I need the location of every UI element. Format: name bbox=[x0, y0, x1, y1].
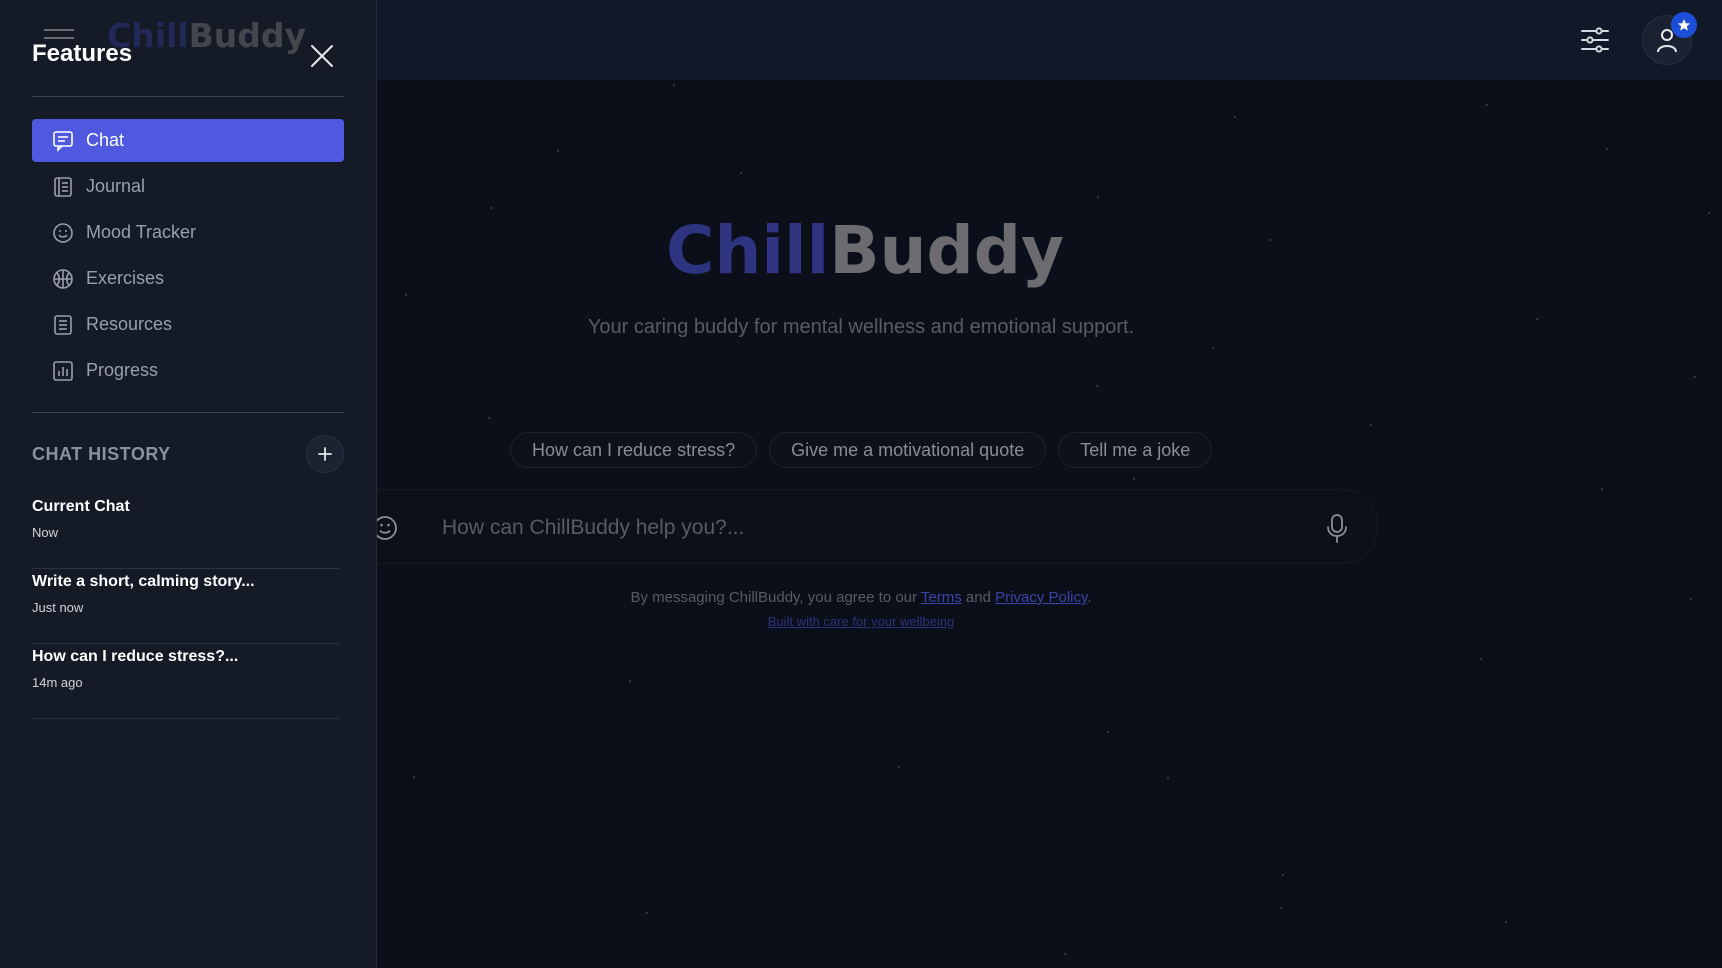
chat-history-item[interactable]: Write a short, calming story... Just now bbox=[32, 569, 339, 644]
message-input[interactable] bbox=[442, 508, 1302, 548]
journal-icon bbox=[52, 176, 74, 198]
legal-notice: By messaging ChillBuddy, you agree to ou… bbox=[500, 589, 1222, 606]
built-with-care-link[interactable]: Built with care for your wellbeing bbox=[500, 614, 1222, 629]
chat-history-list: Current Chat Now Write a short, calming … bbox=[32, 494, 339, 719]
chat-history-time: 14m ago bbox=[32, 675, 83, 690]
suggestion-chip[interactable]: How can I reduce stress? bbox=[510, 432, 758, 468]
resources-icon bbox=[52, 314, 74, 336]
feature-nav: Chat Journal Mood Tracker Exercises Reso… bbox=[32, 119, 344, 395]
features-sidebar: ChillBuddy Features Chat Journal Mood Tr… bbox=[0, 0, 377, 968]
exercise-icon bbox=[52, 268, 74, 290]
progress-chart-icon bbox=[52, 360, 74, 382]
plus-icon bbox=[318, 447, 332, 461]
microphone-button[interactable] bbox=[1323, 512, 1351, 544]
nav-label: Progress bbox=[86, 360, 159, 380]
legal-prefix: By messaging ChillBuddy, you agree to ou… bbox=[630, 589, 917, 606]
chat-history-time: Now bbox=[32, 525, 59, 540]
close-icon bbox=[311, 45, 333, 67]
nav-item-progress[interactable]: Progress bbox=[32, 349, 344, 392]
chat-history-item[interactable]: Current Chat Now bbox=[32, 494, 339, 569]
chat-history-title: Current Chat bbox=[32, 498, 130, 515]
legal-and: and bbox=[965, 589, 991, 606]
star-icon bbox=[1677, 19, 1691, 31]
new-chat-button[interactable] bbox=[306, 435, 344, 473]
nav-label: Mood Tracker bbox=[86, 222, 197, 242]
premium-star-badge bbox=[1671, 12, 1697, 38]
sidebar-title: Features bbox=[32, 40, 133, 67]
sliders-icon bbox=[1581, 27, 1609, 53]
nav-item-exercises[interactable]: Exercises bbox=[32, 257, 344, 300]
nav-label: Resources bbox=[86, 314, 173, 334]
nav-item-resources[interactable]: Resources bbox=[32, 303, 344, 346]
suggestion-chips: How can I reduce stress? Give me a motiv… bbox=[510, 432, 1213, 468]
legal-suffix: . bbox=[1087, 589, 1092, 606]
terms-link[interactable]: Terms bbox=[921, 589, 962, 606]
microphone-icon bbox=[1327, 514, 1347, 543]
sidebar-logo: ChillBuddy bbox=[107, 16, 306, 55]
main-logo: Chill Buddy bbox=[666, 210, 1064, 290]
nav-item-mood-tracker[interactable]: Mood Tracker bbox=[32, 211, 344, 254]
tagline: Your caring buddy for mental wellness an… bbox=[587, 316, 1135, 338]
logo-chill-text: Chill bbox=[665, 211, 830, 289]
settings-sliders-button[interactable] bbox=[1575, 20, 1615, 60]
nav-label: Exercises bbox=[86, 268, 165, 288]
close-sidebar-button[interactable] bbox=[306, 40, 338, 72]
logo-buddy-text: Buddy bbox=[829, 211, 1065, 289]
sidebar-divider bbox=[32, 412, 344, 413]
chat-history-heading: CHAT HISTORY bbox=[32, 444, 171, 464]
message-input-bar bbox=[346, 489, 1378, 564]
user-avatar-button[interactable] bbox=[1642, 12, 1697, 65]
nav-item-journal[interactable]: Journal bbox=[32, 165, 344, 208]
chat-history-item[interactable]: How can I reduce stress?... 14m ago bbox=[32, 644, 339, 719]
smiley-icon bbox=[52, 222, 74, 244]
chat-history-title: Write a short, calming story... bbox=[32, 573, 255, 590]
chat-history-title: How can I reduce stress?... bbox=[32, 648, 239, 665]
privacy-policy-link[interactable]: Privacy Policy bbox=[995, 589, 1087, 606]
nav-label: Chat bbox=[86, 130, 125, 150]
chat-icon bbox=[52, 130, 74, 152]
sidebar-divider bbox=[32, 96, 344, 97]
logo-buddy-text: Buddy bbox=[188, 16, 307, 55]
nav-item-chat[interactable]: Chat bbox=[32, 119, 344, 162]
suggestion-chip[interactable]: Give me a motivational quote bbox=[769, 432, 1047, 468]
nav-label: Journal bbox=[86, 176, 146, 196]
chat-history-time: Just now bbox=[32, 600, 84, 615]
suggestion-chip[interactable]: Tell me a joke bbox=[1058, 432, 1213, 468]
